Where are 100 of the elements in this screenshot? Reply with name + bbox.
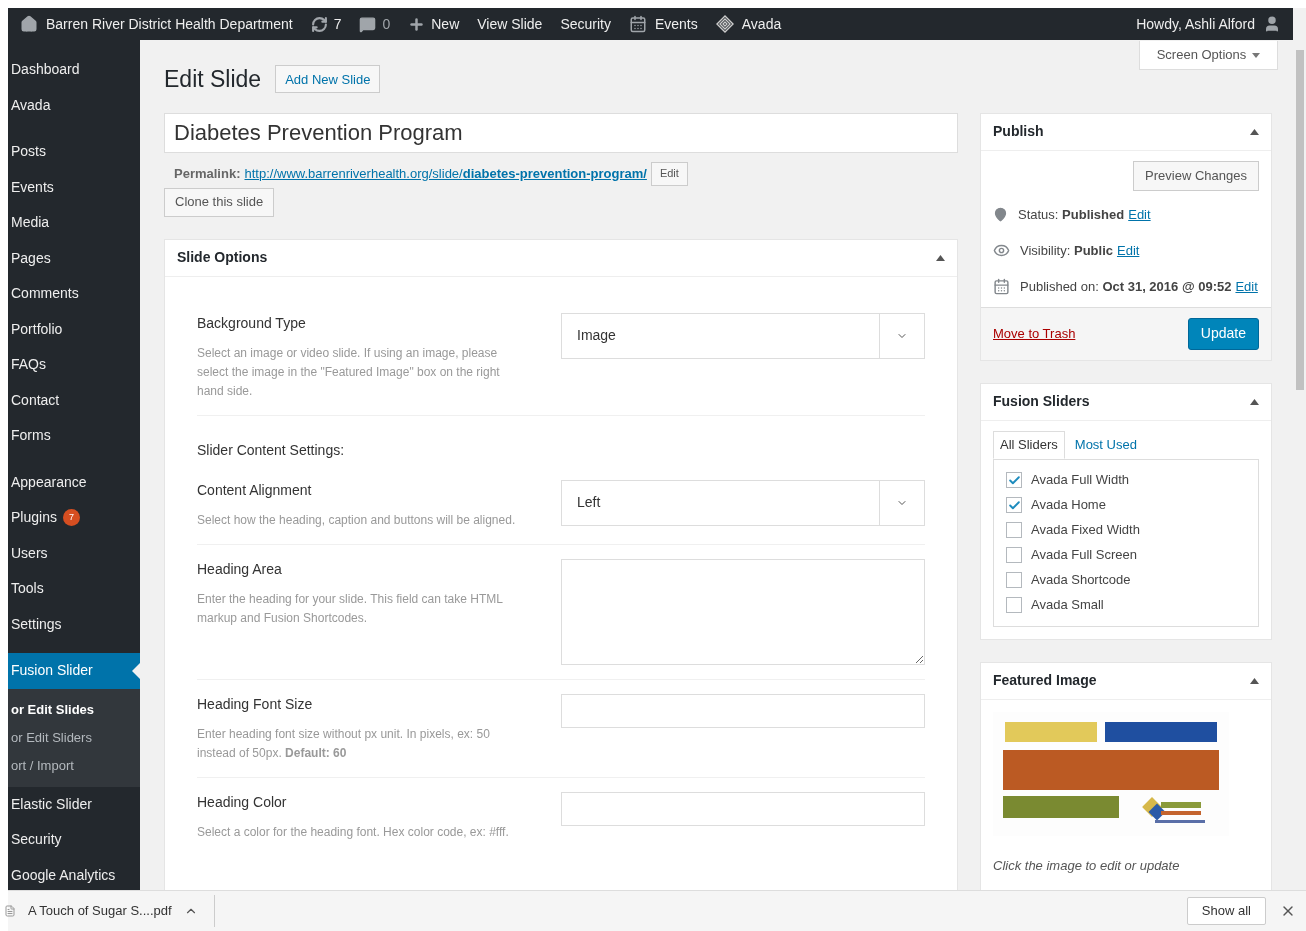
field-label: Heading Color — [197, 792, 288, 812]
admin-bar-link[interactable]: View Slide — [477, 13, 543, 35]
field-description: Select how the heading, caption and buttons will be aligned. — [197, 511, 517, 529]
sidebar-item[interactable]: Avada — [8, 87, 140, 123]
layers-icon[interactable] — [715, 15, 734, 33]
file-icon — [4, 905, 16, 917]
sidebar-item[interactable]: Plugins 7 — [8, 500, 140, 536]
panel-title: Publish — [993, 122, 1044, 141]
download-file-name[interactable]: A Touch of Sugar S....pdf — [28, 901, 172, 921]
field-label: Heading Font Size — [197, 694, 314, 714]
collapse-icon[interactable] — [1250, 398, 1259, 405]
select-field[interactable]: Left — [561, 479, 925, 526]
sidebar-item[interactable]: Security — [8, 822, 140, 858]
edit-link[interactable]: Edit — [1117, 240, 1140, 261]
avada-link[interactable]: Avada — [715, 13, 782, 35]
show-all-button[interactable]: Show all — [1186, 897, 1266, 925]
sidebar-item[interactable]: Posts — [8, 134, 140, 170]
sidebar-item[interactable]: Contact — [8, 382, 140, 418]
tab[interactable]: Most Used — [1064, 430, 1147, 459]
edit-link[interactable]: Edit — [1235, 276, 1258, 297]
plus-icon — [408, 15, 426, 33]
edit-link[interactable]: Edit — [1128, 204, 1151, 225]
text-field[interactable] — [561, 791, 925, 826]
sidebar-item[interactable]: Forms — [8, 418, 140, 454]
checkbox-label: Avada Home — [1031, 496, 1106, 515]
site-link[interactable]: Barren River District Health Department — [20, 13, 293, 35]
home-icon — [20, 15, 38, 33]
pin-icon — [993, 207, 1008, 222]
edit-permalink-button[interactable]: Edit — [650, 161, 688, 186]
add-new-button[interactable]: Add New Slide — [275, 65, 381, 94]
sidebar-item[interactable]: Dashboard — [8, 52, 140, 88]
featured-image-hint: Click the image to edit or update — [993, 856, 1181, 875]
sidebar-item[interactable]: Settings — [8, 606, 140, 642]
sidebar-item[interactable]: Appearance — [8, 464, 140, 500]
update-button[interactable]: Update — [1187, 317, 1259, 350]
sidebar-item[interactable]: Portfolio — [8, 311, 140, 347]
sidebar-item[interactable]: Fusion Slider — [8, 653, 140, 689]
admin-bar-link[interactable]: Security — [560, 13, 611, 35]
checkbox[interactable] — [1006, 597, 1022, 613]
collapse-icon[interactable] — [936, 254, 945, 261]
events-link[interactable]: Events — [628, 13, 698, 35]
submenu-item[interactable]: or Edit Slides — [11, 695, 140, 724]
comment-icon — [359, 15, 377, 33]
preview-button[interactable]: Preview Changes — [1133, 160, 1259, 191]
check-icon — [1007, 473, 1021, 487]
sidebar-item[interactable]: Events — [8, 169, 140, 205]
sidebar-item[interactable]: Users — [8, 535, 140, 571]
clone-button[interactable]: Clone this slide — [164, 187, 275, 217]
check-icon — [1007, 498, 1021, 512]
text-field[interactable] — [561, 693, 925, 728]
permalink-label: Permalink: — [174, 164, 241, 183]
checkbox[interactable] — [1006, 547, 1022, 563]
checkbox-label: Avada Shortcode — [1031, 571, 1131, 590]
checkbox[interactable] — [1006, 522, 1022, 538]
sidebar-item[interactable]: Google Analytics — [8, 857, 140, 890]
checkbox[interactable] — [1006, 497, 1022, 513]
calendar-icon — [993, 278, 1010, 295]
sidebar-item[interactable]: FAQs — [8, 347, 140, 383]
sidebar-item[interactable]: Media — [8, 205, 140, 241]
calendar-icon — [628, 15, 647, 33]
permalink-link[interactable]: http://www.barrenriverhealth.org/slide/diabetes-prevention-program/ — [244, 163, 647, 184]
user-icon — [1263, 15, 1281, 33]
field-label: Heading Area — [197, 559, 283, 579]
panel-title: Featured Image — [993, 671, 1097, 690]
eye-icon — [993, 242, 1010, 259]
checkbox-label: Avada Full Screen — [1031, 546, 1137, 565]
screen-options-tab[interactable]: Screen Options — [1139, 41, 1278, 70]
collapse-icon[interactable] — [1250, 128, 1259, 135]
comments-link[interactable]: 0 — [359, 13, 391, 35]
title-field[interactable]: Diabetes Prevention Program — [164, 112, 958, 153]
count-badge: 7 — [62, 509, 80, 527]
collapse-icon[interactable] — [1250, 677, 1259, 684]
section-heading: Slider Content Settings: — [197, 441, 345, 458]
published-date-text: Published on: Oct 31, 2016 @ 09:52 — [1020, 277, 1232, 296]
checkbox[interactable] — [1006, 472, 1022, 488]
sidebar-item[interactable]: Comments — [8, 276, 140, 312]
checkbox-label: Avada Fixed Width — [1031, 521, 1140, 540]
submenu-item[interactable]: or Edit Sliders — [11, 723, 140, 752]
status-text: Status: Published — [1018, 205, 1125, 224]
updates-link[interactable]: 7 — [310, 13, 342, 35]
account-link[interactable]: Howdy, Ashli Alford — [1136, 13, 1281, 35]
checkbox-label: Avada Small — [1031, 596, 1104, 615]
select-field[interactable]: Image — [561, 312, 925, 359]
textarea-field[interactable] — [561, 558, 925, 665]
submenu-item[interactable]: ort / Import — [11, 751, 140, 780]
refresh-icon — [310, 15, 328, 33]
sidebar-item[interactable]: Elastic Slider — [8, 786, 140, 822]
scrollbar-thumb[interactable] — [1295, 50, 1304, 390]
panel-title: Slide Options — [177, 248, 268, 267]
sidebar-item[interactable]: Tools — [8, 571, 140, 607]
sidebar-item[interactable]: Pages — [8, 240, 140, 276]
tab[interactable]: All Sliders — [993, 430, 1065, 459]
panel-title: Fusion Sliders — [993, 392, 1090, 411]
trash-link[interactable]: Move to Trash — [993, 323, 1076, 344]
checkbox-label: Avada Full Width — [1031, 471, 1130, 490]
checkbox[interactable] — [1006, 572, 1022, 588]
field-description: Select an image or video slide. If using an image, please select the image in the "Featured Image" box on the right hand side. — [197, 344, 501, 400]
visibility-text: Visibility: Public — [1020, 241, 1113, 260]
new-link[interactable]: New — [408, 13, 460, 35]
field-description: Select a color for the heading font. Hex color code, ex: #fff. — [197, 823, 510, 841]
